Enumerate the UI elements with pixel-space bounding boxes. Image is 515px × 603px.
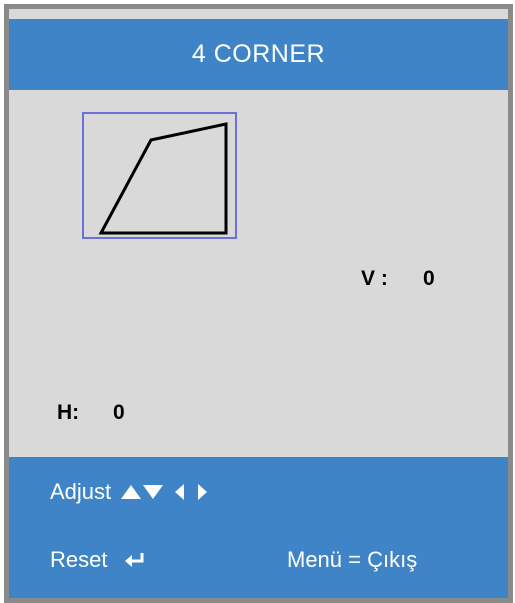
arrow-right-icon[interactable] [198, 484, 208, 500]
corner-preview [82, 112, 237, 239]
osd-panel: 4 CORNER V : 0 H: 0 Adjust Reset Menü = … [4, 4, 513, 603]
keystone-shape-icon [98, 122, 228, 235]
arrow-left-icon[interactable] [175, 484, 185, 500]
menu-footer: Adjust Reset Menü = Çıkış [9, 457, 508, 598]
horizontal-value: 0 [113, 401, 125, 424]
arrow-up-icon[interactable] [121, 485, 142, 499]
horizontal-label: H: [57, 401, 80, 424]
vertical-readout: V : 0 [361, 267, 435, 291]
exit-label: Menü = Çıkış [287, 547, 418, 572]
arrow-down-icon[interactable] [143, 485, 164, 499]
reset-button[interactable]: Reset [50, 547, 145, 573]
reset-label: Reset [50, 547, 108, 572]
menu-header: 4 CORNER [9, 19, 508, 90]
menu-title: 4 CORNER [191, 40, 326, 68]
adjust-arrows [121, 484, 208, 500]
vertical-value: 0 [423, 267, 435, 290]
vertical-label: V : [361, 267, 388, 290]
horizontal-readout: H: 0 [57, 401, 125, 425]
enter-icon [125, 553, 144, 567]
adjust-hint: Adjust [50, 479, 208, 505]
adjust-label: Adjust [50, 479, 112, 504]
exit-hint[interactable]: Menü = Çıkış [287, 547, 417, 573]
